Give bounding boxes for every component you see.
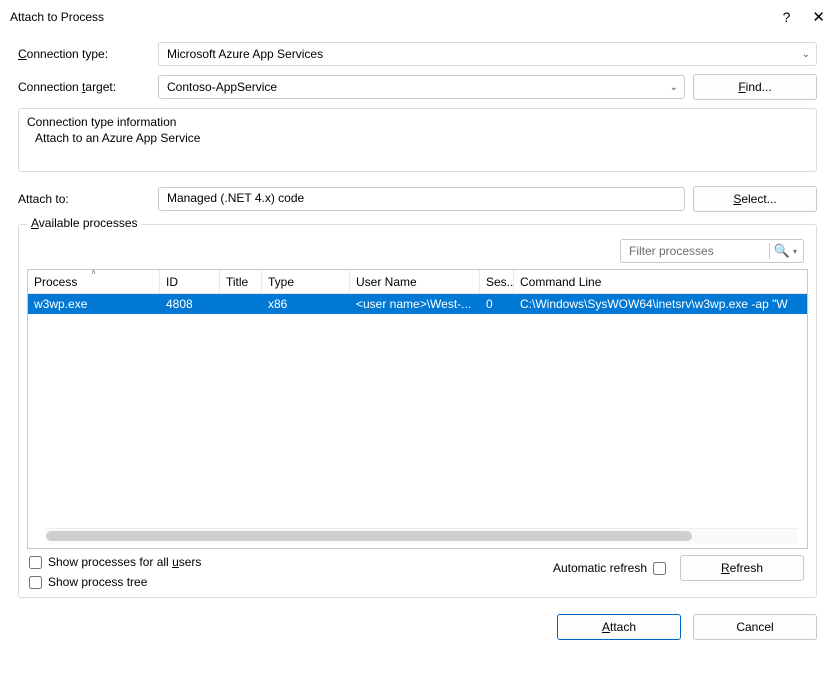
filter-processes-input[interactable]: Filter processes 🔍 ▾ <box>620 239 804 263</box>
show-process-tree-box[interactable] <box>29 576 42 589</box>
connection-target-label: Connection target: <box>18 80 158 94</box>
col-user[interactable]: User Name <box>350 270 480 293</box>
col-title[interactable]: Title <box>220 270 262 293</box>
show-all-users-checkbox[interactable]: Show processes for all users <box>29 555 201 569</box>
automatic-refresh-label: Automatic refresh <box>553 561 647 575</box>
sort-asc-icon: ˄ <box>91 270 96 277</box>
connection-info-line: Attach to an Azure App Service <box>27 131 808 145</box>
search-icon[interactable]: 🔍 <box>774 243 790 259</box>
connection-target-combo[interactable]: Contoso-AppService ⌄ <box>158 75 685 99</box>
search-dropdown-icon[interactable]: ▾ <box>793 247 797 256</box>
cell: C:\Windows\SysWOW64\inetsrv\w3wp.exe -ap… <box>514 297 807 311</box>
connection-target-value: Contoso-AppService <box>167 80 277 94</box>
filter-placeholder: Filter processes <box>629 244 714 258</box>
cancel-button[interactable]: Cancel <box>693 614 817 640</box>
col-cmd[interactable]: Command Line <box>514 270 807 293</box>
attach-button[interactable]: Attach <box>557 614 681 640</box>
available-processes-legend: Available processes <box>27 216 142 230</box>
available-processes-group: Available processes Filter processes 🔍 ▾… <box>18 224 817 598</box>
col-id[interactable]: ID <box>160 270 220 293</box>
show-all-users-box[interactable] <box>29 556 42 569</box>
attach-to-value: Managed (.NET 4.x) code <box>158 187 685 211</box>
chevron-down-icon: ⌄ <box>802 49 810 60</box>
select-button[interactable]: Select... <box>693 186 817 212</box>
show-process-tree-checkbox[interactable]: Show process tree <box>29 575 201 589</box>
scrollbar-thumb[interactable] <box>46 531 692 541</box>
refresh-button[interactable]: Refresh <box>680 555 804 581</box>
automatic-refresh-checkbox[interactable] <box>653 562 666 575</box>
find-button[interactable]: Find... <box>693 74 817 100</box>
process-table[interactable]: ˄ Process ID Title Type User Name Ses...… <box>27 269 808 549</box>
connection-info-box: Connection type information Attach to an… <box>18 108 817 172</box>
table-row[interactable]: w3wp.exe4808 x86<user name>\West-...0C:\W… <box>28 294 807 314</box>
connection-type-label: Connection type: <box>18 47 158 61</box>
table-header: ˄ Process ID Title Type User Name Ses...… <box>28 270 807 294</box>
cell: x86 <box>262 297 350 311</box>
connection-type-combo[interactable]: Microsoft Azure App Services ⌄ <box>158 42 817 66</box>
help-icon[interactable]: ? <box>783 9 791 25</box>
col-process[interactable]: ˄ Process <box>28 270 160 293</box>
cell: 0 <box>480 297 514 311</box>
connection-type-value: Microsoft Azure App Services <box>167 47 323 61</box>
chevron-down-icon: ⌄ <box>670 82 678 93</box>
cell: w3wp.exe <box>28 297 160 311</box>
dialog-title: Attach to Process <box>10 10 104 24</box>
cell: <user name>\West-... <box>350 297 480 311</box>
col-type[interactable]: Type <box>262 270 350 293</box>
horizontal-scrollbar[interactable] <box>46 528 797 544</box>
connection-info-heading: Connection type information <box>27 115 808 129</box>
cell: 4808 <box>160 297 220 311</box>
col-session[interactable]: Ses... <box>480 270 514 293</box>
attach-to-label: Attach to: <box>18 192 158 206</box>
close-icon[interactable]: ✕ <box>812 8 825 26</box>
